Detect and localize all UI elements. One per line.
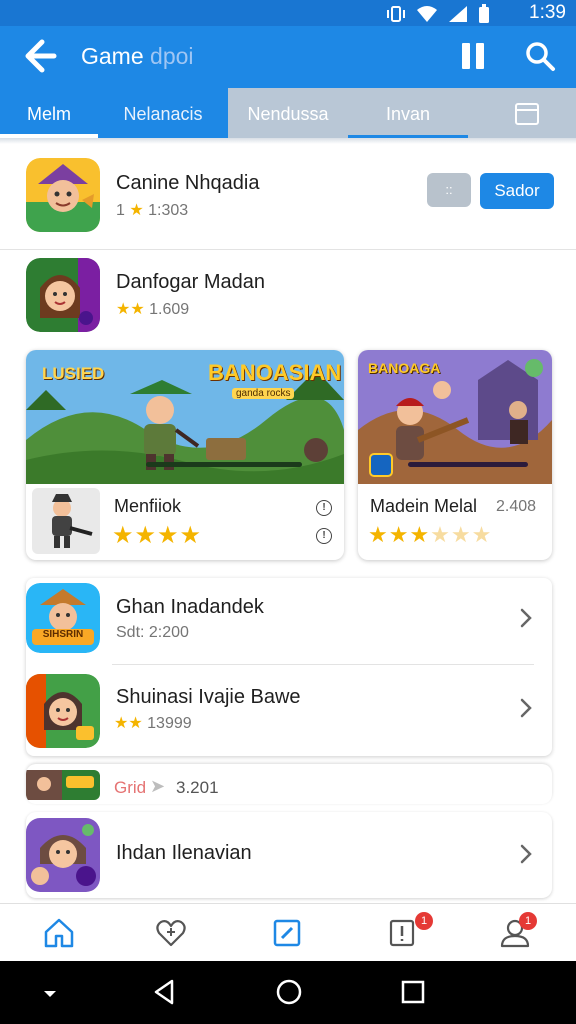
status-bar: 1:39 [0,0,576,26]
app-title: Game dpoi [81,43,194,70]
search-icon[interactable] [522,38,558,74]
tab-melm[interactable]: Melm [0,88,98,138]
status-icons [386,4,490,24]
partial-row-label: Grid [114,778,147,797]
banner-2-text: BANOAGA [368,360,441,376]
card-1-stars: ★★★★ [112,522,203,549]
list-item-1-icon[interactable] [26,583,100,653]
wifi-icon [417,6,437,22]
chevron-right-icon[interactable] [516,844,536,864]
card-2-count: 2.408 [496,498,537,515]
signal-icon [449,6,467,22]
banner-card-2[interactable]: BANOAGA Madein Melal 2.408 ★★★★★★ [358,350,552,560]
recents-square-icon[interactable] [398,977,428,1007]
featured-rating-row: 1 ★ 1:303 [116,200,188,220]
favorite-icon[interactable] [154,916,188,950]
bottom-navigation: 1 1 [0,903,576,961]
edit-icon[interactable] [270,916,304,950]
item-2-rating: 1.609 [149,301,190,318]
banner-progress-bar [146,462,302,467]
back-arrow-icon[interactable] [20,36,60,76]
notifications-badge: 1 [415,912,433,930]
banner-card-1[interactable]: LUSIED BANOASIAN ganda rocks Menfiiok ★★… [26,350,344,560]
last-item-card[interactable]: Ihdan Ilenavian [26,812,552,898]
list-item-2-rating: 13999 [147,715,192,732]
divider [112,664,534,665]
home-circle-icon[interactable] [274,977,304,1007]
rating-stars: ★★ [114,715,143,732]
rating-stars: ★★ [116,301,145,318]
list-item-1-icon-text: SIHSRIN [42,629,84,640]
app-title-suffix: dpoi [150,43,194,69]
tab-shadow [0,138,576,144]
system-navigation-bar [0,961,576,1024]
info-icon[interactable]: ! [316,500,332,516]
featured-title[interactable]: Canine Nhqadia [116,172,259,195]
list-item-2-rating-row: ★★ 13999 [114,713,192,733]
tab-bar: Melm Nelanacis Nendussa Invan [0,88,576,138]
app-screen: 1:39 Game dpoi Melm Nelanacis Nendussa I… [0,0,576,1024]
tab-invan[interactable]: Invan [348,88,468,138]
card-2-stars: ★★★★★★ [368,522,493,547]
app-title-main: Game [81,43,144,69]
calendar-icon[interactable] [514,102,540,126]
home-icon[interactable] [42,916,76,950]
card-1-thumbnail [32,488,100,554]
pause-icon[interactable] [458,38,488,74]
game-list-card [26,578,552,756]
card-1-title: Menfiiok [114,496,182,516]
tab-nelanacis[interactable]: Nelanacis [98,88,228,138]
featured-app-icon[interactable] [26,158,100,232]
featured-rating-prefix: 1 [116,202,125,219]
star-icon: ★ [129,202,144,219]
partial-row-value: 3.201 [176,778,219,797]
back-triangle-icon[interactable] [150,977,180,1007]
last-item-icon [26,818,100,892]
battery-icon [479,4,489,23]
list-item-1-title[interactable]: Ghan Inadandek [116,596,264,619]
app-icon-2[interactable] [26,258,100,332]
secondary-button[interactable]: :: [427,173,471,207]
featured-rating: 1:303 [148,202,189,219]
banner-right-text: BANOASIAN [208,360,342,385]
profile-badge: 1 [519,912,537,930]
item-2-title[interactable]: Danfogar Madan [116,271,265,294]
chevron-right-icon[interactable] [516,698,536,718]
banner-2-progress-bar [408,462,528,467]
keyboard-down-icon[interactable] [40,983,60,1003]
partial-row-thumbnail [26,770,100,800]
primary-button[interactable]: Sador [480,173,554,209]
item-2-rating-row: ★★ 1.609 [116,299,189,319]
list-item-2-icon[interactable] [26,674,100,748]
app-bar: Game dpoi [0,26,576,88]
info-icon[interactable]: ! [316,528,332,544]
chevron-right-icon[interactable] [516,608,536,628]
banner-left-text: LUSIED [42,364,105,383]
partial-row-card[interactable]: Grid ➤ 3.201 [26,764,552,804]
divider [0,249,576,250]
tab-nendussa[interactable]: Nendussa [228,88,348,138]
partial-row-tag-icon: ➤ [150,776,166,796]
banner-subtext: ganda rocks [232,388,295,399]
vibrate-icon [387,6,405,22]
list-item-1-sub: Sdt: 2:200 [116,624,189,641]
list-item-2-title[interactable]: Shuinasi Ivajie Bawe [116,686,301,709]
last-item-title: Ihdan Ilenavian [116,842,252,864]
card-2-title: Madein Melal [370,496,478,516]
status-time: 1:39 [529,2,566,23]
